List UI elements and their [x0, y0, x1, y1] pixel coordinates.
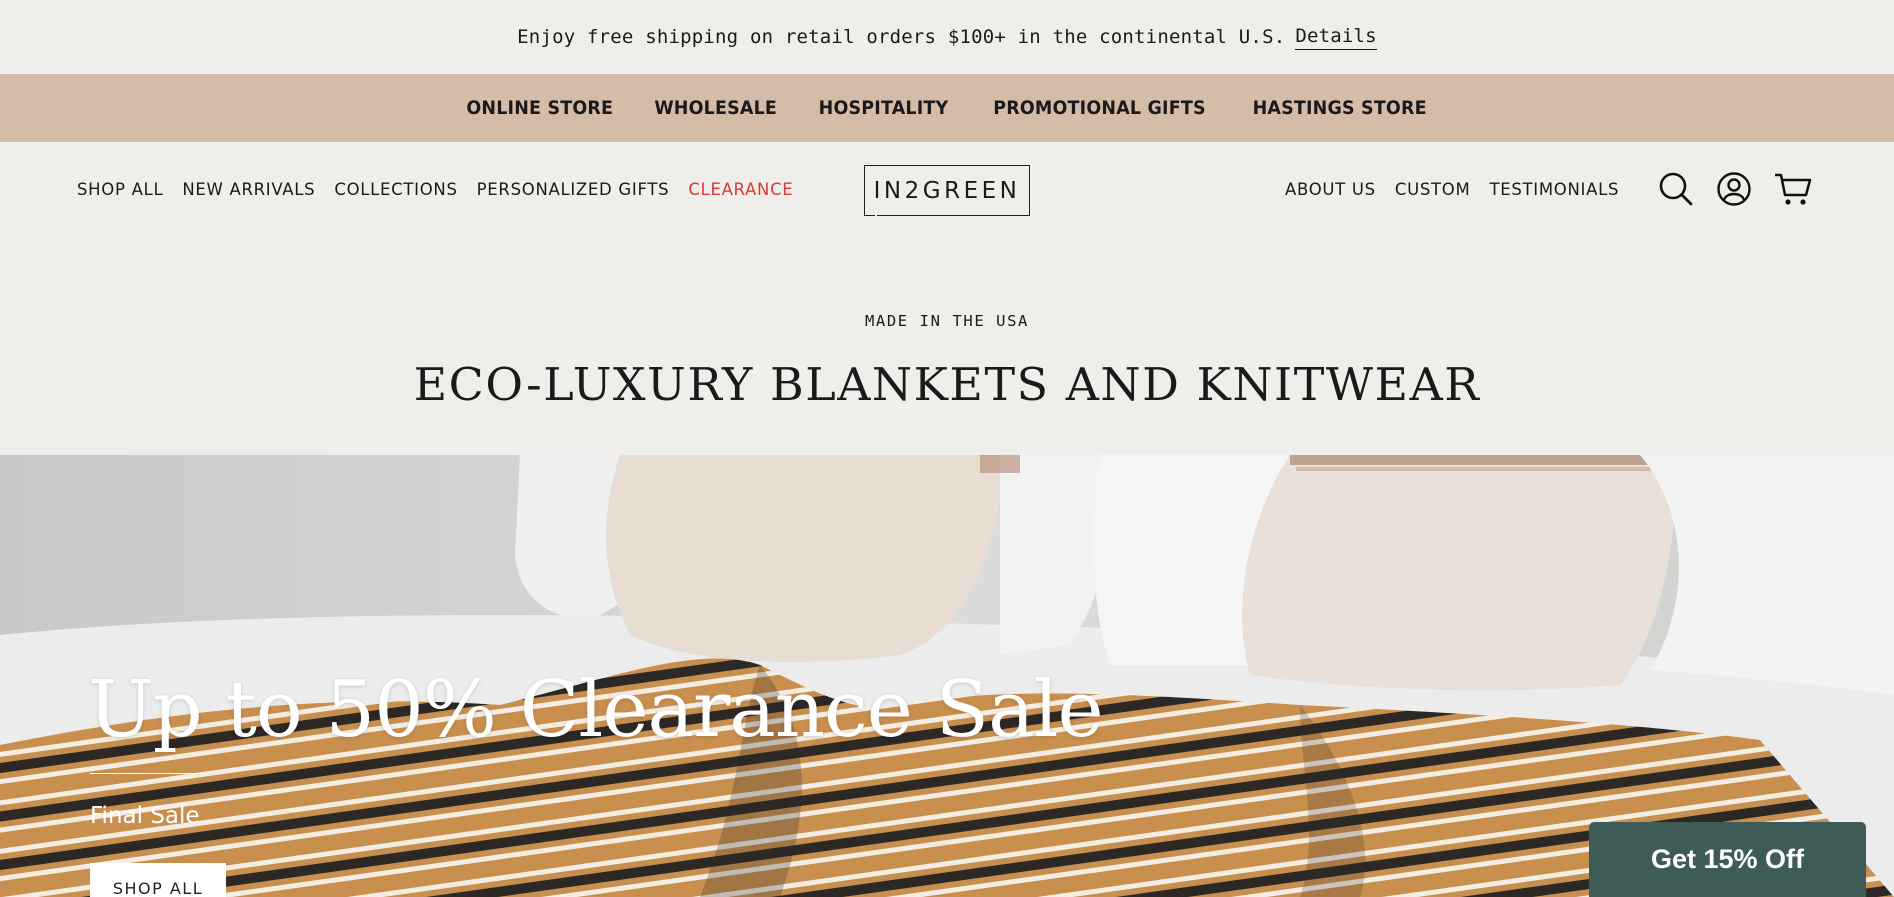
nav-custom[interactable]: CUSTOM: [1395, 180, 1471, 199]
nav-shop-all[interactable]: SHOP ALL: [77, 180, 163, 199]
announcement-text: Enjoy free shipping on retail orders $10…: [517, 26, 1286, 48]
nav-testimonials[interactable]: TESTIMONIALS: [1489, 180, 1619, 199]
shop-all-button[interactable]: SHOP ALL: [90, 863, 226, 897]
hero-headline: ECO-LUXURY BLANKETS AND KNITWEAR: [413, 358, 1481, 411]
top-nav-wholesale[interactable]: WHOLESALE: [655, 97, 778, 119]
search-icon[interactable]: [1658, 171, 1694, 207]
top-nav-online-store[interactable]: ONLINE STORE: [466, 97, 613, 119]
cart-icon[interactable]: [1774, 171, 1812, 207]
nav-clearance[interactable]: CLEARANCE: [688, 180, 793, 199]
main-nav-left: SHOP ALL NEW ARRIVALS COLLECTIONS PERSON…: [77, 142, 793, 236]
nav-about-us[interactable]: ABOUT US: [1285, 180, 1376, 199]
made-in-usa-eyebrow: MADE IN THE USA: [865, 312, 1029, 330]
nav-collections[interactable]: COLLECTIONS: [334, 180, 457, 199]
details-link[interactable]: Details: [1295, 25, 1377, 50]
header-icons: [1658, 142, 1812, 236]
main-nav: SHOP ALL NEW ARRIVALS COLLECTIONS PERSON…: [0, 142, 1894, 236]
sale-title: Up to 50% Clearance Sale: [88, 665, 1104, 755]
discount-popup-button[interactable]: Get 15% Off: [1589, 822, 1866, 897]
top-nav: ONLINE STORE WHOLESALE HOSPITALITY PROMO…: [0, 74, 1894, 142]
top-nav-promotional-gifts[interactable]: PROMOTIONAL GIFTS: [993, 97, 1205, 119]
site-logo[interactable]: IN2GREEN: [864, 165, 1030, 217]
nav-new-arrivals[interactable]: NEW ARRIVALS: [182, 180, 315, 199]
top-nav-hastings-store[interactable]: HASTINGS STORE: [1252, 97, 1426, 119]
account-icon[interactable]: [1716, 171, 1752, 207]
sale-divider: [90, 773, 202, 774]
announcement-bar: Enjoy free shipping on retail orders $10…: [0, 0, 1894, 74]
nav-personalized-gifts[interactable]: PERSONALIZED GIFTS: [477, 180, 670, 199]
top-nav-hospitality[interactable]: HOSPITALITY: [818, 97, 948, 119]
main-nav-right: ABOUT US CUSTOM TESTIMONIALS: [1285, 142, 1619, 236]
sale-subtitle: Final Sale: [90, 803, 200, 829]
